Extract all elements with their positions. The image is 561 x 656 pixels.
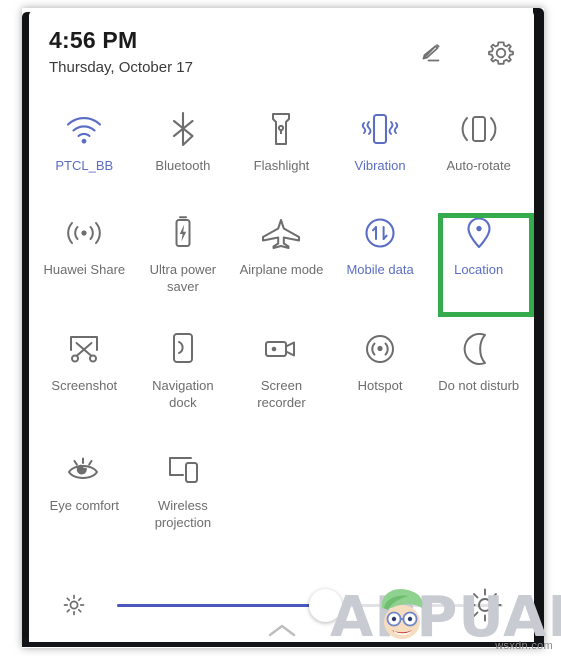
tile-label: Mobile data — [346, 262, 414, 277]
battery-bolt-icon — [168, 212, 198, 254]
tile-label: Location — [454, 262, 504, 277]
screenshot-scissors-icon — [63, 328, 105, 370]
tile-label: Navigation dock — [152, 378, 214, 410]
tile-empty — [429, 438, 528, 548]
bluetooth-icon — [164, 108, 202, 150]
moon-icon — [461, 328, 497, 370]
tile-label: Auto-rotate — [446, 158, 511, 173]
tile-empty — [331, 438, 430, 548]
site-tag: wsxdn.com — [495, 640, 553, 652]
quick-settings-panel: 4:56 PM Thursday, October 17 PTCL_BB Blu… — [29, 10, 534, 642]
hotspot-icon — [360, 328, 400, 370]
chevron-up-icon — [260, 620, 304, 640]
location-pin-icon — [463, 212, 495, 254]
tile-label: Flashlight — [253, 158, 310, 173]
tile-label: PTCL_BB — [55, 158, 114, 173]
tile-grid: PTCL_BB Bluetooth Flashlight Vibration A… — [29, 98, 534, 548]
gear-icon — [485, 37, 517, 69]
shade-header: 4:56 PM Thursday, October 17 — [29, 10, 534, 98]
pencil-icon — [416, 38, 446, 68]
settings-button[interactable] — [484, 36, 518, 70]
tile-do-not-disturb[interactable]: Do not disturb — [429, 318, 528, 438]
tile-vibration[interactable]: Vibration — [331, 98, 430, 202]
sun-large-icon — [466, 586, 504, 624]
wifi-icon — [62, 108, 106, 150]
tile-row: Huawei Share Ultra power saver Airplane … — [35, 202, 528, 318]
airplane-icon — [258, 212, 304, 254]
eye-comfort-icon — [62, 448, 106, 490]
tile-bluetooth[interactable]: Bluetooth — [134, 98, 233, 202]
tile-eye-comfort[interactable]: Eye comfort — [35, 438, 134, 548]
tile-navigation-dock[interactable]: Navigation dock — [134, 318, 233, 438]
clock-date: Thursday, October 17 — [49, 59, 193, 76]
tile-airplane-mode[interactable]: Airplane mode — [232, 202, 331, 318]
tile-ultra-power-saver[interactable]: Ultra power saver — [134, 202, 233, 318]
tile-wifi[interactable]: PTCL_BB — [35, 98, 134, 202]
clock-time: 4:56 PM — [49, 27, 138, 53]
sun-small-icon — [61, 592, 87, 618]
flashlight-icon — [264, 108, 298, 150]
tile-hotspot[interactable]: Hotspot — [331, 318, 430, 438]
tile-screenshot[interactable]: Screenshot — [35, 318, 134, 438]
clock-block: 4:56 PM Thursday, October 17 — [49, 26, 193, 79]
tile-row: PTCL_BB Bluetooth Flashlight Vibration A… — [35, 98, 528, 202]
tile-screen-recorder[interactable]: Screen recorder — [232, 318, 331, 438]
header-actions — [414, 36, 518, 70]
tile-label: Screenshot — [51, 378, 118, 393]
tile-label: Ultra power saver — [149, 262, 217, 294]
collapse-handle[interactable] — [29, 620, 534, 640]
mobile-data-icon — [360, 212, 400, 254]
tile-label: Eye comfort — [49, 498, 119, 513]
tile-label: Wireless projection — [154, 498, 212, 530]
tile-label: Bluetooth — [155, 158, 211, 173]
tile-location[interactable]: Location — [429, 202, 528, 318]
tile-row: Screenshot Navigation dock Screen record… — [35, 318, 528, 438]
screenshot-root: 4:56 PM Thursday, October 17 PTCL_BB Blu… — [0, 0, 561, 656]
slider-fill — [117, 604, 326, 607]
huawei-share-icon — [61, 212, 107, 254]
tile-auto-rotate[interactable]: Auto-rotate — [429, 98, 528, 202]
tile-label: Screen recorder — [257, 378, 306, 410]
brightness-slider[interactable] — [117, 589, 503, 623]
tile-label: Hotspot — [357, 378, 403, 393]
tile-label: Huawei Share — [43, 262, 126, 277]
slider-thumb[interactable] — [309, 589, 343, 622]
wireless-projection-icon — [161, 448, 205, 490]
tile-label: Vibration — [354, 158, 406, 173]
navigation-dock-icon — [167, 328, 199, 370]
tile-mobile-data[interactable]: Mobile data — [331, 202, 430, 318]
phone-bezel-right — [533, 8, 544, 644]
edit-button[interactable] — [414, 36, 448, 70]
tile-flashlight[interactable]: Flashlight — [232, 98, 331, 202]
tile-wireless-projection[interactable]: Wireless projection — [134, 438, 233, 548]
tile-label: Do not disturb — [438, 378, 520, 393]
tile-huawei-share[interactable]: Huawei Share — [35, 202, 134, 318]
tile-label: Airplane mode — [239, 262, 324, 277]
tile-row: Eye comfort Wireless projection — [35, 438, 528, 548]
tile-empty — [232, 438, 331, 548]
screen-recorder-icon — [259, 328, 303, 370]
auto-rotate-icon — [457, 108, 501, 150]
vibration-icon — [357, 108, 403, 150]
